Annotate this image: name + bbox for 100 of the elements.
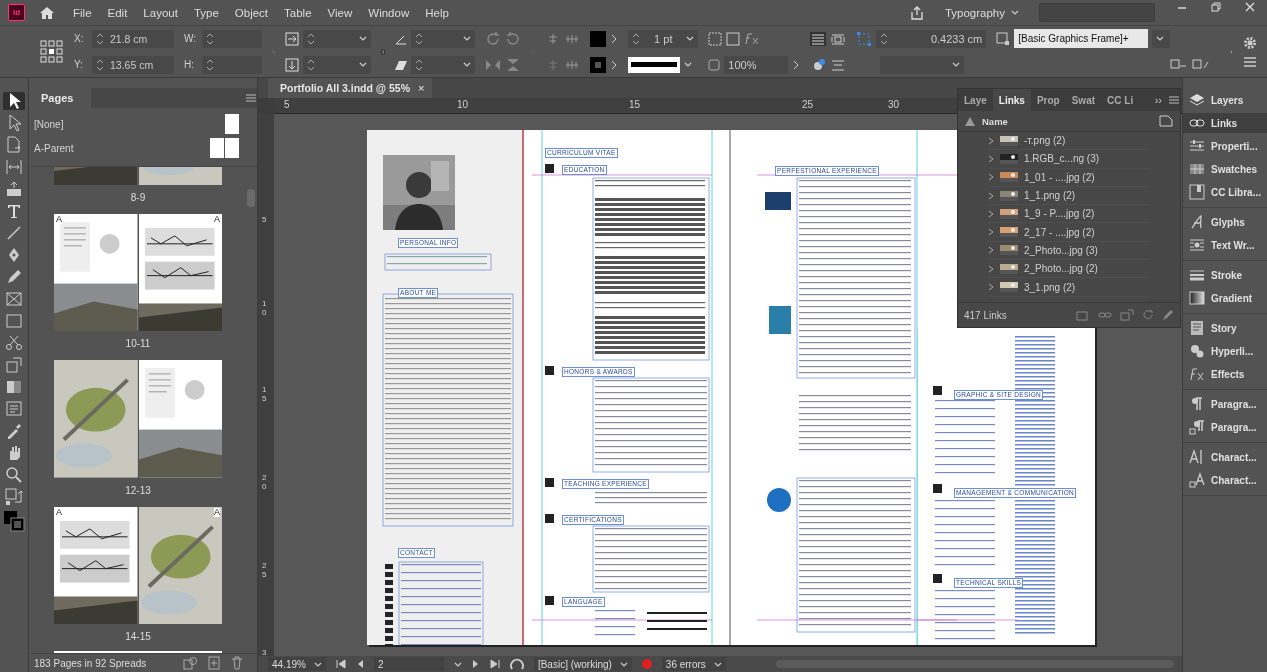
- offset-field[interactable]: 0.4233 cm: [876, 29, 987, 48]
- number-field[interactable]: 13.65 cm: [92, 55, 174, 74]
- offset-icon[interactable]: [856, 30, 873, 47]
- panel-tab[interactable]: Laye: [958, 89, 993, 111]
- scale-height-icon[interactable]: [285, 57, 300, 72]
- panel-button[interactable]: Swatches: [1183, 159, 1267, 179]
- menu-item[interactable]: Window: [360, 6, 418, 19]
- menu-item[interactable]: Table: [276, 6, 320, 19]
- caret-icon[interactable]: [453, 660, 462, 668]
- link-row[interactable]: 2_17 - ....jpg (2): [988, 223, 1150, 242]
- menu-item[interactable]: File: [65, 6, 100, 19]
- caret-icon[interactable]: [1156, 35, 1165, 42]
- panel-button[interactable]: Effects: [1183, 364, 1267, 384]
- frame-icon[interactable]: [726, 31, 741, 46]
- last-page-icon[interactable]: [489, 659, 500, 669]
- panel-tab[interactable]: Swat: [1065, 89, 1102, 111]
- link-row[interactable]: 2_Photo...jpg (3): [988, 241, 1150, 261]
- update-icon[interactable]: [1142, 309, 1154, 321]
- text-wrap-none-icon[interactable]: [810, 31, 827, 46]
- link-icon[interactable]: [1098, 309, 1112, 321]
- edit-page-size-icon[interactable]: [183, 656, 197, 670]
- panel-button[interactable]: Paragra...: [1183, 394, 1267, 414]
- page-field[interactable]: 2: [373, 657, 444, 671]
- menu-item[interactable]: View: [319, 6, 361, 19]
- panel-button[interactable]: Hyperli...: [1183, 341, 1267, 361]
- caret-icon[interactable]: [686, 35, 695, 42]
- page-number-label[interactable]: 8-9: [124, 191, 152, 204]
- object-style-field[interactable]: [Basic Graphics Frame]+: [1014, 29, 1149, 48]
- chevron-right-icon[interactable]: [610, 33, 619, 44]
- number-field[interactable]: [202, 29, 262, 48]
- menu-item[interactable]: Type: [185, 6, 227, 19]
- caret-icon[interactable]: [463, 61, 472, 68]
- spinner-icon[interactable]: [206, 32, 214, 45]
- panel-button[interactable]: Properti...: [1183, 136, 1267, 156]
- caret-icon[interactable]: [713, 660, 722, 668]
- scale-width-icon[interactable]: [285, 31, 300, 46]
- panel-button[interactable]: CC Libra...: [1183, 182, 1267, 202]
- link-row[interactable]: 3_1.png (2): [988, 278, 1150, 297]
- effects-fx-icon[interactable]: [744, 31, 761, 46]
- chevron-right-icon[interactable]: [610, 59, 619, 70]
- menu-item[interactable]: Object: [226, 6, 277, 19]
- jump-object-icon[interactable]: [830, 57, 847, 72]
- tool-button[interactable]: [3, 92, 25, 110]
- caret-icon[interactable]: [359, 61, 368, 68]
- panel-button[interactable]: Text Wr...: [1183, 235, 1267, 255]
- pencil-icon[interactable]: [1162, 309, 1174, 321]
- menu-item[interactable]: Edit: [99, 6, 136, 19]
- reference-point-icon[interactable]: [40, 39, 64, 64]
- workspace-switcher[interactable]: Typography: [934, 6, 1029, 19]
- panel-button[interactable]: Stroke: [1183, 265, 1267, 285]
- first-page-icon[interactable]: [335, 659, 346, 669]
- caret-icon[interactable]: [359, 35, 368, 42]
- menu-icon[interactable]: [245, 93, 257, 103]
- page-number-label[interactable]: 14-15: [119, 629, 157, 643]
- flip-horizontal-icon[interactable]: [485, 57, 502, 72]
- object-style-icon[interactable]: [996, 31, 1011, 46]
- spinner-icon[interactable]: [96, 32, 104, 45]
- menu-icon[interactable]: [1168, 95, 1180, 105]
- link-row[interactable]: 2_Photo...jpg (2): [988, 260, 1150, 279]
- page-thumbnail[interactable]: [225, 114, 239, 134]
- relink-icon[interactable]: [1158, 115, 1174, 127]
- spinner-icon[interactable]: [96, 58, 104, 71]
- go-to-link-icon[interactable]: [1120, 309, 1134, 321]
- link-row[interactable]: -т.png (2): [988, 132, 1150, 151]
- link-row[interactable]: 1_9 - P....jpg (2): [988, 205, 1150, 224]
- panel-button[interactable]: Links: [1183, 113, 1267, 133]
- fill-swatch[interactable]: [590, 30, 607, 47]
- opacity-field[interactable]: 100%: [724, 55, 789, 74]
- panel-button[interactable]: Charact...: [1183, 447, 1267, 467]
- menu-item[interactable]: Help: [417, 6, 457, 19]
- panel-button[interactable]: Gradient: [1183, 288, 1267, 308]
- trash-icon[interactable]: [231, 656, 243, 670]
- panel-tab[interactable]: Links: [992, 89, 1031, 111]
- panel-button[interactable]: Layers: [1183, 90, 1267, 110]
- menu-icon[interactable]: [1243, 55, 1257, 68]
- link-row[interactable]: 1_1.png (2): [988, 186, 1150, 206]
- page-number-label[interactable]: 12-13: [119, 483, 157, 497]
- caret-icon[interactable]: [313, 660, 322, 668]
- rotate-counterclockwise-icon[interactable]: [505, 30, 522, 47]
- panel-button[interactable]: Paragra...: [1183, 417, 1267, 437]
- text-wrap-box-icon[interactable]: [830, 31, 847, 46]
- new-page-icon[interactable]: [207, 656, 221, 670]
- stroke-swatch-icon[interactable]: [590, 56, 607, 73]
- page-thumbnail[interactable]: [210, 138, 224, 158]
- panel-button[interactable]: Story: [1183, 318, 1267, 338]
- panel-button[interactable]: Charact...: [1183, 470, 1267, 490]
- caret-icon[interactable]: [684, 61, 693, 68]
- next-page-icon[interactable]: [471, 659, 480, 669]
- link-row[interactable]: 1_01 - ....jpg (2): [988, 168, 1150, 187]
- home-icon[interactable]: [39, 5, 55, 20]
- clear-overrides-icon[interactable]: [1170, 57, 1189, 72]
- panel-tab[interactable]: Prop: [1030, 89, 1066, 111]
- number-field[interactable]: 21.8 cm: [92, 29, 174, 48]
- stroke-style-swatch[interactable]: [628, 56, 681, 73]
- frame-fitting-icon[interactable]: [708, 31, 723, 46]
- number-field[interactable]: [202, 55, 262, 74]
- rotate-clockwise-icon[interactable]: [485, 30, 502, 47]
- preflight-icon[interactable]: [509, 657, 524, 671]
- opacity-icon[interactable]: [708, 58, 721, 71]
- stroke-weight-field[interactable]: 1 pt: [628, 29, 699, 48]
